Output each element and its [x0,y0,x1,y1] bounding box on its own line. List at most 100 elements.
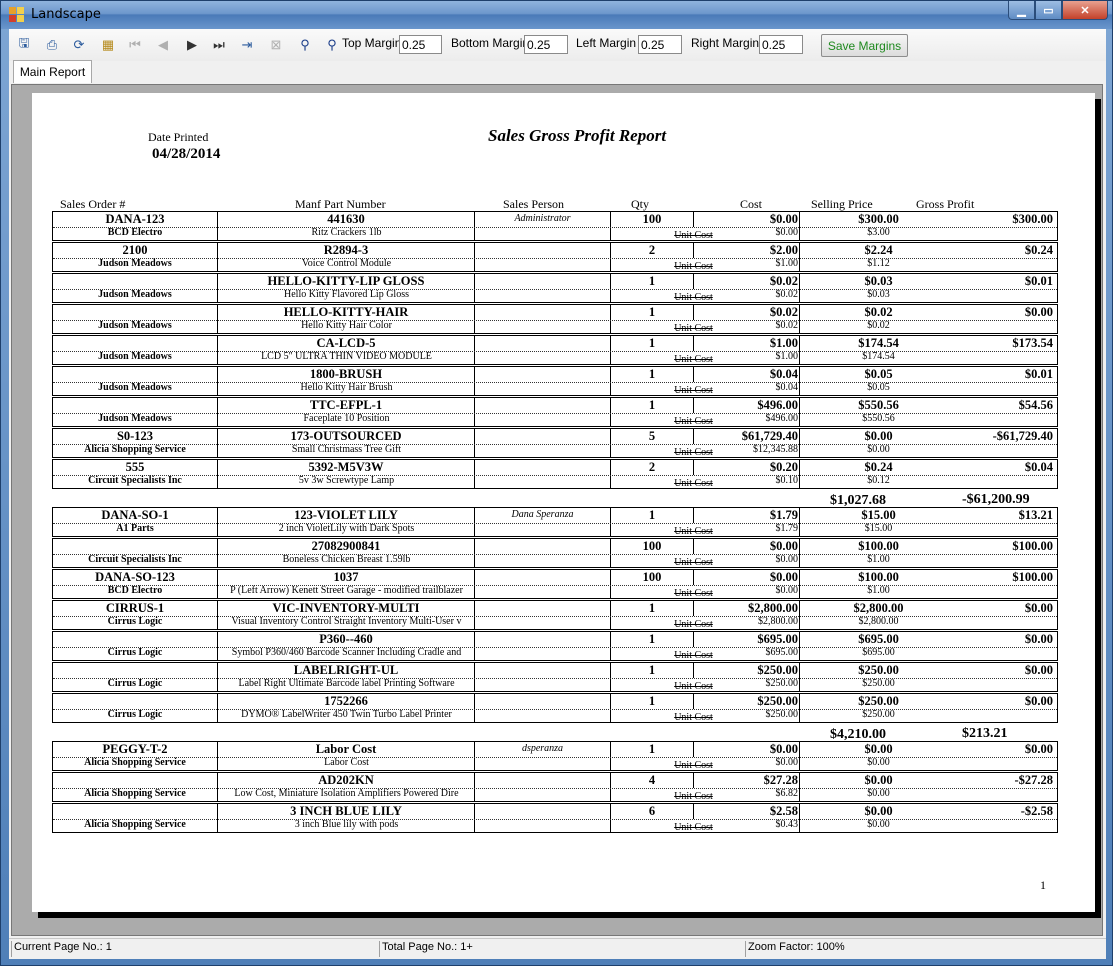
unit-cost-cell: $0.02 [775,289,799,300]
unit-cost-cell: $0.10 [775,475,799,486]
stop-icon[interactable]: ⊠ [267,36,285,54]
customer-cell: BCD Electro [107,585,163,596]
description-cell: Label Right Ultimate Barcode label Print… [238,678,455,689]
table-row: Alicia Shopping Service AD202KN Low Cost, … [52,772,1058,802]
header-qty: Qty [631,197,649,211]
customer-cell: Judson Meadows [98,351,172,362]
group-tree-icon[interactable]: ▦ [99,36,117,54]
unit-price-cell: $250.00 [862,678,895,689]
report-viewer: Sales Gross Profit Report Date Printed 0… [11,84,1103,936]
refresh-icon[interactable]: ⟳ [70,36,88,54]
order-cell: CIRRUS-1 [105,601,165,615]
unit-cost-cell: $2,800.00 [758,616,798,627]
cost-cell: $1.79 [769,508,798,522]
report-page: Sales Gross Profit Report Date Printed 0… [32,93,1095,912]
order-cell: DANA-SO-123 [95,570,175,584]
cost-cell: $250.00 [757,694,798,708]
table-row: DANA-SO-1 A1 Parts 123-VIOLET LILY 2 inch V… [52,507,1058,537]
bottom-margin-label: Bottom Margin [451,36,530,50]
last-page-icon[interactable]: ⏭ [210,36,228,54]
description-cell: P (Left Arrow) Kenett Street Garage - mo… [230,585,463,596]
part-cell: R2894-3 [323,243,369,257]
search-icon[interactable]: ⚲ [296,36,314,54]
unit-cost-cell: $12,345.88 [753,444,798,455]
header-sales-order: Sales Order # [60,197,126,211]
qty-cell: 1 [648,632,656,646]
gross-profit-cell: $0.00 [1024,305,1053,319]
table-row: Cirrus Logic P360--460 Symbol P360/460 Bar… [52,631,1058,661]
cost-cell: $61,729.40 [741,429,798,443]
gross-profit-cell: $0.00 [1024,663,1053,677]
order-cell: DANA-123 [105,212,165,226]
save-margins-button[interactable]: Save Margins [821,34,908,57]
right-margin-input[interactable] [759,35,803,54]
part-cell: 3 INCH BLUE LILY [290,804,402,818]
zoom-search-icon[interactable]: ⚲ [323,36,341,54]
bottom-margin-input[interactable] [524,35,568,54]
unit-price-cell: $0.12 [867,475,890,486]
part-cell: HELLO-KITTY-HAIR [283,305,409,319]
description-cell: Labor Cost [324,757,369,768]
part-cell: LABELRIGHT-UL [293,663,399,677]
table-row: CIRRUS-1 Cirrus Logic VIC-INVENTORY-MULTI V… [52,600,1058,630]
next-page-icon[interactable]: ▶ [183,36,201,54]
export-icon[interactable]: 🖫 [15,35,33,54]
close-button[interactable]: ✕ [1062,1,1108,20]
description-cell: Hello Kitty Hair Color [301,320,392,331]
unit-cost-cell: $1.00 [775,258,799,269]
toolbar: 🖫 ⎙ ⟳ ▦ ⏮ ◀ ▶ ⏭ ⇥ ⊠ ⚲ ⚲ Top Margin Botto… [9,29,1106,61]
sales-person-cell: Dana Speranza [511,509,574,520]
maximize-button[interactable]: ▭ [1035,1,1062,20]
qty-cell: 2 [648,243,656,257]
date-printed-label: Date Printed [148,130,209,144]
group-total-gross-profit: -$61,200.99 [962,492,1030,507]
unit-price-cell: $174.54 [862,351,895,362]
header-selling-price: Selling Price [811,197,873,211]
qty-cell: 2 [648,460,656,474]
gross-profit-cell: $0.01 [1024,367,1053,381]
gross-profit-cell: $173.54 [1012,336,1053,350]
qty-cell: 100 [642,570,662,584]
customer-cell: Cirrus Logic [107,616,163,627]
description-cell: Hello Kitty Hair Brush [300,382,393,393]
minimize-button[interactable]: ▁ [1008,1,1035,20]
customer-cell: Judson Meadows [98,320,172,331]
part-cell: 27082900841 [311,539,381,553]
qty-cell: 1 [648,663,656,677]
sales-person-cell: Administrator [514,213,571,224]
table-row: 2100 Judson Meadows R2894-3 Voice Control M… [52,242,1058,272]
qty-cell: 1 [648,601,656,615]
customer-cell: Alicia Shopping Service [84,444,186,455]
first-page-icon[interactable]: ⏮ [126,36,144,54]
unit-price-cell: $0.00 [867,819,890,830]
unit-cost-cell: $1.79 [775,523,799,534]
table-row: Judson Meadows HELLO-KITTY-HAIR Hello Kitt… [52,304,1058,334]
minimize-icon: ▁ [1017,4,1026,17]
sales-person-cell: dsperanza [521,743,564,754]
qty-cell: 1 [648,508,656,522]
app-icon [9,7,25,23]
unit-cost-cell: $0.00 [775,585,799,596]
client-area: 🖫 ⎙ ⟳ ▦ ⏮ ◀ ▶ ⏭ ⇥ ⊠ ⚲ ⚲ Top Margin Botto… [9,29,1106,959]
goto-page-icon[interactable]: ⇥ [238,36,256,54]
part-cell: 173-OUTSOURCED [290,429,402,443]
qty-cell: 6 [648,804,656,818]
print-icon[interactable]: ⎙ [43,36,61,54]
description-cell: 2 inch VioletLily with Dark Spots [278,523,415,534]
unit-price-cell: $695.00 [862,647,895,658]
gross-profit-cell: $0.00 [1024,742,1053,756]
part-cell: 5392-M5V3W [308,460,384,474]
customer-cell: Alicia Shopping Service [84,819,186,830]
gross-profit-cell: $0.01 [1024,274,1053,288]
description-cell: Boneless Chicken Breast 1.59lb [282,554,411,565]
top-margin-input[interactable] [399,35,442,54]
tab-main-report[interactable]: Main Report [13,60,92,83]
description-cell: Small Christmass Tree Gift [291,444,402,455]
prev-page-icon[interactable]: ◀ [154,36,172,54]
qty-cell: 100 [642,539,662,553]
cost-cell: $2.00 [769,243,798,257]
description-cell: 5v 3w Screwtype Lamp [298,475,395,486]
left-margin-input[interactable] [638,35,682,54]
unit-price-cell: $250.00 [862,709,895,720]
table-row: Judson Meadows HELLO-KITTY-LIP GLOSS Hello… [52,273,1058,303]
